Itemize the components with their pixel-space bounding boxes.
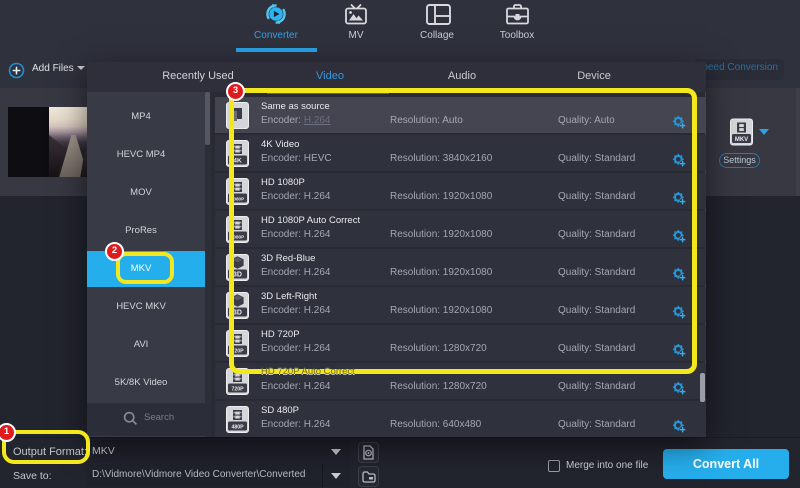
svg-text:480P: 480P: [231, 424, 244, 430]
svg-text:720P: 720P: [231, 386, 244, 392]
svg-text:MKV: MKV: [735, 137, 748, 143]
